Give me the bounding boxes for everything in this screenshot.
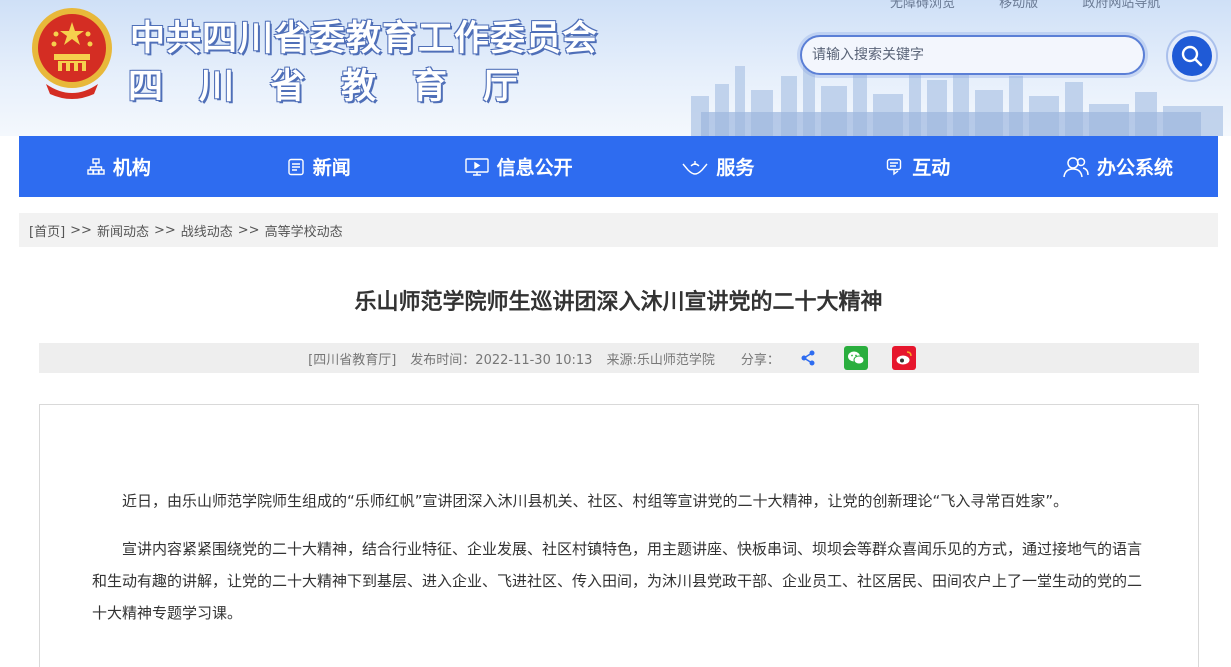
chat-icon: [887, 158, 902, 175]
org-chart-icon: [87, 157, 105, 175]
breadcrumb-higher-edu[interactable]: 高等学校动态: [265, 221, 343, 240]
nav-label: 新闻: [312, 157, 351, 179]
article-title: 乐山师范学院师生巡讲团深入沐川宣讲党的二十大精神: [354, 290, 883, 315]
nav-label: 办公系统: [1097, 157, 1174, 179]
gov-site-nav-link[interactable]: 政府网站导航: [1082, 0, 1160, 11]
news-icon: [288, 158, 304, 175]
source-tag: [四川省教育厅]: [308, 352, 397, 368]
breadcrumb-home[interactable]: [首页]: [29, 221, 65, 240]
nav-item-info-disclosure[interactable]: 信息公开: [419, 153, 619, 180]
publish-time: 发布时间：2022-11-30 10:13: [410, 352, 593, 368]
article-origin: 来源:乐山师范学院: [606, 352, 715, 368]
monitor-icon: [464, 157, 489, 176]
site-title: 中共四川省委教育工作委员会: [130, 19, 599, 59]
breadcrumb-separator: >>: [70, 222, 92, 238]
wechat-icon[interactable]: [843, 346, 868, 370]
nav-item-office-system[interactable]: 办公系统: [1018, 153, 1218, 180]
site-header: 无障碍浏览 移动版 政府网站导航 中共四川省委教育工作委员会 四川省教育厅: [0, 0, 1231, 136]
article-meta: [四川省教育厅] 发布时间：2022-11-30 10:13 来源:乐山师范学院…: [39, 343, 1199, 373]
service-hands-icon: [682, 160, 708, 175]
site-subtitle: 四川省教育厅: [128, 67, 555, 107]
breadcrumb: [首页] >> 新闻动态 >> 战线动态 >> 高等学校动态: [19, 213, 1218, 247]
breadcrumb-separator: >>: [153, 222, 176, 238]
search-button[interactable]: [1168, 32, 1216, 80]
national-emblem-icon: [32, 8, 112, 99]
article-paragraph: 近日，由乐山师范学院师生组成的“乐师红帆”宣讲团深入沐川县机关、社区、村组等宣讲…: [122, 492, 1069, 510]
weibo-icon[interactable]: [891, 346, 916, 370]
accessibility-link[interactable]: 无障碍浏览: [890, 0, 955, 11]
breadcrumb-separator: >>: [237, 222, 260, 238]
breadcrumb-news[interactable]: 新闻动态: [97, 221, 149, 240]
nav-label: 机构: [112, 157, 151, 179]
top-links: 无障碍浏览 移动版 政府网站导航: [890, 0, 1200, 11]
mobile-version-link[interactable]: 移动版: [999, 0, 1038, 11]
nav-item-interaction[interactable]: 互动: [818, 153, 1018, 180]
share-label: 分享：: [740, 352, 780, 368]
nav-item-news[interactable]: 新闻: [219, 153, 419, 180]
nav-item-service[interactable]: 服务: [618, 153, 818, 180]
nav-item-institution[interactable]: 机构: [19, 153, 219, 180]
breadcrumb-frontline[interactable]: 战线动态: [181, 221, 233, 240]
search-input[interactable]: [800, 35, 1145, 75]
article-paragraph: 宣讲内容紧紧围绕党的二十大精神，结合行业特征、企业发展、社区村镇特色，用主题讲座…: [92, 540, 1143, 622]
nav-label: 互动: [912, 157, 951, 179]
users-icon: [1063, 156, 1089, 177]
nav-label: 服务: [716, 157, 755, 179]
search-icon: [1181, 45, 1203, 67]
share-icon[interactable]: [796, 346, 820, 370]
nav-label: 信息公开: [496, 157, 573, 179]
article-content: 近日，由乐山师范学院师生组成的“乐师红帆”宣讲团深入沐川县机关、社区、村组等宣讲…: [39, 404, 1199, 667]
main-nav: 机构 新闻 信息公开 服务 互动 办公系统: [19, 136, 1218, 197]
